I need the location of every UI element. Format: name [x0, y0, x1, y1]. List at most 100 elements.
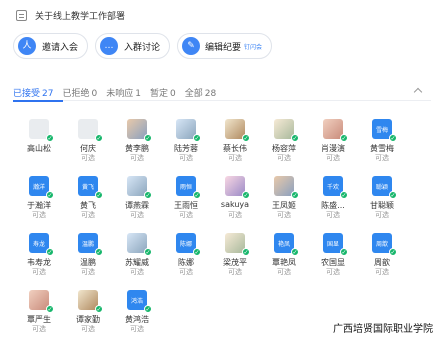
notes-badge: 钉闪会 — [244, 43, 263, 51]
tab-tentative[interactable]: 暂定 0 — [150, 86, 176, 99]
attendee-status: 可选 — [179, 154, 193, 162]
attendee-status: 可选 — [179, 268, 193, 276]
attendee-status: 可选 — [375, 268, 389, 276]
attendee-item[interactable]: 聪颖 ✓ 甘聪颖 可选 — [360, 176, 404, 219]
edit-icon: ✎ — [182, 37, 201, 55]
accepted-check-icon: ✓ — [95, 134, 103, 142]
accepted-check-icon: ✓ — [291, 134, 299, 142]
attendee-status: 可选 — [228, 268, 242, 276]
attendee-item[interactable]: ✓ 陆芳蓉 可选 — [164, 119, 208, 162]
watermark-text: 广西培贤国际职业学院 — [333, 324, 433, 335]
attendee-status: 可选 — [130, 268, 144, 276]
invite-label: 邀请入会 — [42, 42, 79, 53]
accepted-check-icon: ✓ — [389, 191, 397, 199]
accepted-check-icon: ✓ — [242, 248, 250, 256]
attendee-item[interactable]: 寿龙 ✓ 韦寿龙 可选 — [17, 233, 61, 276]
attendee-item[interactable]: ✓ 谭家勤 可选 — [66, 290, 110, 333]
tab-divider — [13, 100, 431, 101]
attendee-item[interactable]: ✓ 黄李鹏 可选 — [115, 119, 159, 162]
attendee-status: 可选 — [32, 325, 46, 333]
attendee-item[interactable]: ✓ 蔡长伟 可选 — [213, 119, 257, 162]
accepted-check-icon: ✓ — [291, 248, 299, 256]
accepted-check-icon: ✓ — [144, 248, 152, 256]
attendee-status: 可选 — [130, 325, 144, 333]
attendee-status: 可选 — [81, 268, 95, 276]
attendee-status: 可选 — [277, 154, 291, 162]
attendee-status: 可选 — [228, 211, 242, 219]
attendee-item[interactable]: ✓ 覃严生 可选 — [17, 290, 61, 333]
edit-notes-button[interactable]: ✎ 编辑纪要 钉闪会 — [177, 33, 273, 59]
attendee-name: sakuya — [220, 200, 250, 209]
attendee-item[interactable]: ✓ 杨容萍 可选 — [262, 119, 306, 162]
attendee-item[interactable]: 黄飞 ✓ 黄飞 可选 — [66, 176, 110, 219]
attendee-status: 可选 — [81, 154, 95, 162]
accepted-check-icon: ✓ — [46, 134, 54, 142]
join-group-label: 入群讨论 — [124, 42, 161, 53]
edit-notes-label: 编辑纪要 — [205, 42, 242, 53]
attendee-item[interactable]: 陈娜 ✓ 陈娜 可选 — [164, 233, 208, 276]
accepted-check-icon: ✓ — [193, 248, 201, 256]
accepted-check-icon: ✓ — [144, 191, 152, 199]
response-tabs: 已接受 27 已拒绝 0 未响应 1 暂定 0 全部 28 — [13, 86, 428, 99]
attendee-item[interactable]: 千欢 ✓ 陈盛... 可选 — [311, 176, 355, 219]
attendee-status: 可选 — [81, 325, 95, 333]
accepted-check-icon: ✓ — [340, 134, 348, 142]
attendee-status: 可选 — [32, 268, 46, 276]
attendee-item[interactable]: ✓ 谭燕霖 可选 — [115, 176, 159, 219]
tab-accepted[interactable]: 已接受 27 — [13, 86, 53, 99]
accepted-check-icon: ✓ — [144, 305, 152, 313]
attendee-item[interactable]: 鸿浩 ✓ 黄鸿浩 可选 — [115, 290, 159, 333]
attendee-item[interactable]: ✓ sakuya 可选 — [213, 176, 257, 219]
attendee-item[interactable]: 周歆 ✓ 周歆 可选 — [360, 233, 404, 276]
person-icon: 人 — [18, 37, 36, 55]
tab-no-response[interactable]: 未响应 1 — [106, 86, 141, 99]
attendee-status: 可选 — [228, 154, 242, 162]
attendee-item[interactable]: 艳凤 ✓ 覃艳凤 可选 — [262, 233, 306, 276]
accepted-check-icon: ✓ — [46, 248, 54, 256]
accepted-check-icon: ✓ — [46, 191, 54, 199]
attendee-name: 高山松 — [27, 144, 51, 153]
accepted-check-icon: ✓ — [291, 191, 299, 199]
accepted-check-icon: ✓ — [340, 248, 348, 256]
attendee-status: 可选 — [277, 268, 291, 276]
attendee-status: 可选 — [130, 211, 144, 219]
attendee-item[interactable]: ✓ 王凤姬 可选 — [262, 176, 306, 219]
attendee-status: 可选 — [130, 154, 144, 162]
attendee-status: 可选 — [375, 154, 389, 162]
attendee-item[interactable]: 瀚洋 ✓ 于瀚洋 可选 — [17, 176, 61, 219]
attendee-status: 可选 — [326, 154, 340, 162]
accepted-check-icon: ✓ — [389, 248, 397, 256]
attendee-status: 可选 — [326, 268, 340, 276]
attendee-status: 可选 — [326, 211, 340, 219]
accepted-check-icon: ✓ — [95, 305, 103, 313]
action-buttons: 人 邀请入会 … 入群讨论 ✎ 编辑纪要 钉闪会 — [13, 33, 273, 59]
attendee-item[interactable]: ✓ 高山松 — [17, 119, 61, 161]
chevron-up-icon[interactable] — [413, 87, 423, 97]
attendee-item[interactable]: 温鹏 ✓ 温鹏 可选 — [66, 233, 110, 276]
attendee-item[interactable]: ✓ 苏耀威 可选 — [115, 233, 159, 276]
attendee-status: 可选 — [32, 211, 46, 219]
accepted-check-icon: ✓ — [46, 305, 54, 313]
accepted-check-icon: ✓ — [242, 134, 250, 142]
accepted-check-icon: ✓ — [340, 191, 348, 199]
tab-all[interactable]: 全部 28 — [185, 86, 216, 99]
attendee-item[interactable]: 雪梅 ✓ 黄雪梅 可选 — [360, 119, 404, 162]
accepted-check-icon: ✓ — [389, 134, 397, 142]
tab-declined[interactable]: 已拒绝 0 — [62, 86, 97, 99]
accepted-check-icon: ✓ — [242, 191, 250, 199]
attendee-item[interactable]: ✓ 肖漫演 可选 — [311, 119, 355, 162]
invite-button[interactable]: 人 邀请入会 — [13, 33, 89, 59]
chat-icon: … — [100, 37, 119, 55]
attendee-item[interactable]: ✓ 何庆 可选 — [66, 119, 110, 162]
accepted-check-icon: ✓ — [95, 248, 103, 256]
accepted-check-icon: ✓ — [193, 191, 201, 199]
document-icon — [16, 9, 27, 21]
attendee-status: 可选 — [179, 211, 193, 219]
attendee-item[interactable]: 国显 ✓ 农国显 可选 — [311, 233, 355, 276]
accepted-check-icon: ✓ — [193, 134, 201, 142]
attendee-status: 可选 — [375, 211, 389, 219]
attendee-item[interactable]: ✓ 梁茂平 可选 — [213, 233, 257, 276]
accepted-check-icon: ✓ — [144, 134, 152, 142]
attendee-item[interactable]: 雨恒 ✓ 王雨恒 可选 — [164, 176, 208, 219]
join-group-button[interactable]: … 入群讨论 — [95, 33, 171, 59]
